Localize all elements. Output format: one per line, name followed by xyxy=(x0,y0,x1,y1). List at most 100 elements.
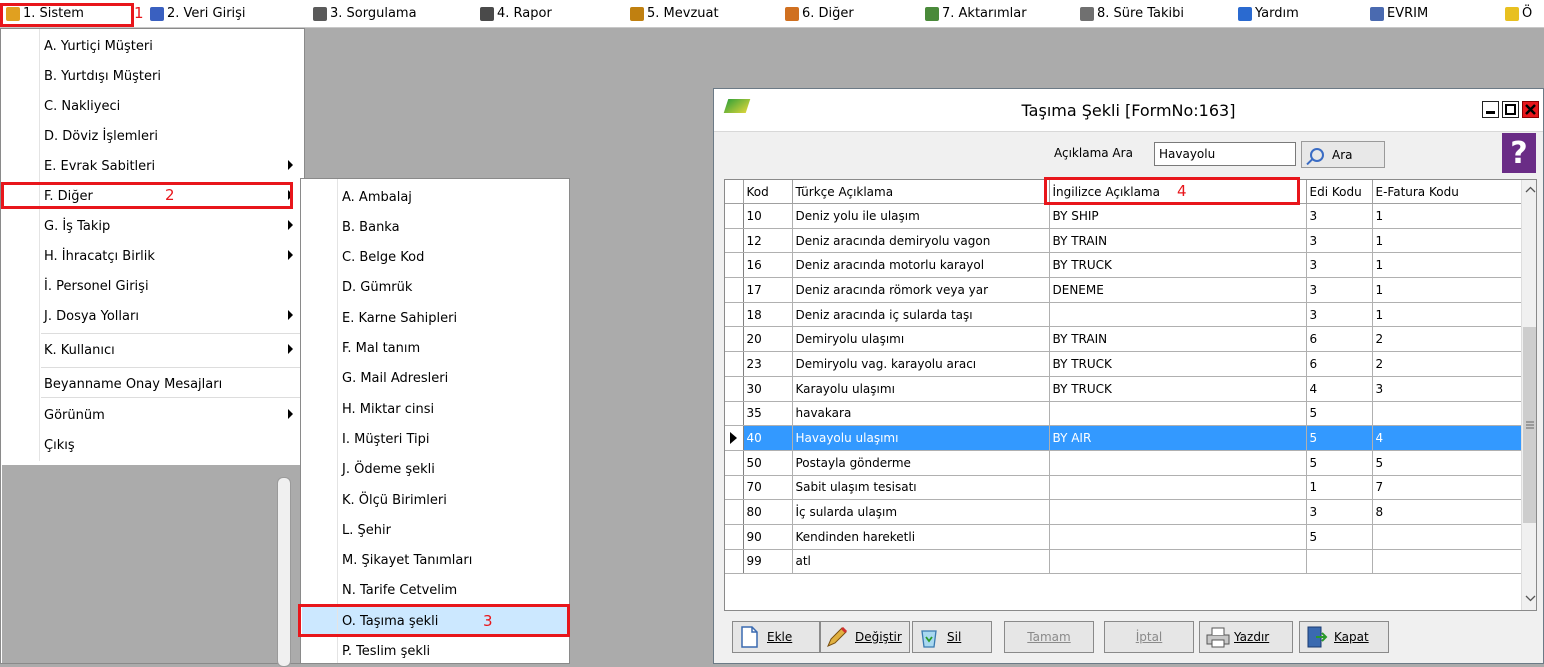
scroll-thumb[interactable] xyxy=(1523,327,1536,523)
menu-8[interactable]: 8. Süre Takibi xyxy=(1080,0,1184,27)
table-row[interactable]: 23 Demiryolu vag. karayolu aracı BY TRUCK 6… xyxy=(725,351,1522,377)
column-header-efatura[interactable]: E-Fatura Kodu xyxy=(1372,180,1522,204)
table-row[interactable]: 50 Postayla gönderme 5 5 xyxy=(725,450,1522,476)
diger-item-12[interactable]: L. Şehir xyxy=(302,515,568,545)
sistem-item-9[interactable]: İ. Personel Girişi xyxy=(2,271,303,301)
cell-en[interactable] xyxy=(1049,302,1307,328)
cell-edi[interactable]: 5 xyxy=(1306,401,1373,427)
diger-item-9[interactable]: I. Müşteri Tipi xyxy=(302,424,568,454)
cell-edi[interactable]: 6 xyxy=(1306,351,1373,377)
row-indicator[interactable] xyxy=(725,252,744,279)
cell-tr[interactable]: havakara xyxy=(792,401,1050,427)
cell-en[interactable] xyxy=(1049,549,1307,575)
cell-kod[interactable]: 35 xyxy=(743,401,793,427)
cell-edi[interactable]: 1 xyxy=(1306,475,1373,501)
diger-item-13[interactable]: M. Şikayet Tanımları xyxy=(302,546,568,576)
cell-efatura[interactable]: 1 xyxy=(1372,302,1522,328)
window-titlebar[interactable]: Taşıma Şekli [FormNo:163] xyxy=(714,89,1543,132)
cell-en[interactable]: BY TRUCK xyxy=(1049,252,1307,279)
diger-item-14[interactable]: N. Tarife Cetvelim xyxy=(302,576,568,606)
help-icon[interactable]: ? xyxy=(1502,133,1536,173)
table-row[interactable]: 17 Deniz aracında römork veya yar DENEME 3 1 xyxy=(725,277,1522,303)
table-row[interactable]: 35 havakara 5 xyxy=(725,401,1522,427)
row-indicator[interactable] xyxy=(725,425,744,451)
cell-kod[interactable]: 80 xyxy=(743,499,793,525)
cell-kod[interactable]: 18 xyxy=(743,302,793,328)
cell-edi[interactable]: 3 xyxy=(1306,277,1373,303)
column-header-kod[interactable]: Kod xyxy=(743,180,793,204)
menu-4[interactable]: 4. Rapor xyxy=(480,0,552,27)
diger-item-10[interactable]: J. Ödeme şekli xyxy=(302,455,568,485)
cell-tr[interactable]: Deniz aracında demiryolu vagon xyxy=(792,228,1050,254)
sistem-item-11[interactable]: K. Kullanıcı xyxy=(2,335,303,365)
cell-efatura[interactable]: 1 xyxy=(1372,277,1522,303)
grid-scrollbar[interactable] xyxy=(1521,180,1537,610)
cell-tr[interactable]: Sabit ulaşım tesisatı xyxy=(792,475,1050,501)
cell-edi[interactable]: 3 xyxy=(1306,302,1373,328)
cell-efatura[interactable]: 2 xyxy=(1372,326,1522,353)
cell-tr[interactable]: Deniz yolu ile ulaşım xyxy=(792,203,1050,229)
sistem-item-7[interactable]: G. İş Takip xyxy=(2,211,303,241)
cell-edi[interactable]: 3 xyxy=(1306,228,1373,254)
cell-tr[interactable]: Demiryolu ulaşımı xyxy=(792,326,1050,353)
cell-tr[interactable]: Havayolu ulaşımı xyxy=(792,425,1050,451)
cell-en[interactable]: DENEME xyxy=(1049,277,1307,303)
cell-kod[interactable]: 30 xyxy=(743,376,793,402)
diger-item-8[interactable]: H. Miktar cinsi xyxy=(302,394,568,424)
row-indicator[interactable] xyxy=(725,203,744,229)
diger-item-2[interactable]: B. Banka xyxy=(302,212,568,242)
diger-item-7[interactable]: G. Mail Adresleri xyxy=(302,364,568,394)
table-row[interactable]: 30 Karayolu ulaşımı BY TRUCK 4 3 xyxy=(725,376,1522,402)
cell-edi[interactable]: 3 xyxy=(1306,499,1373,525)
row-indicator[interactable] xyxy=(725,499,744,525)
table-row[interactable]: 20 Demiryolu ulaşımı BY TRAIN 6 2 xyxy=(725,326,1522,353)
sistem-item-10[interactable]: J. Dosya Yolları xyxy=(2,301,303,331)
cell-efatura[interactable]: 3 xyxy=(1372,376,1522,402)
cell-edi[interactable]: 3 xyxy=(1306,252,1373,279)
menu-5[interactable]: 5. Mevzuat xyxy=(630,0,719,27)
diger-item-1[interactable]: A. Ambalaj xyxy=(302,182,568,212)
cell-kod[interactable]: 12 xyxy=(743,228,793,254)
cell-kod[interactable]: 99 xyxy=(743,549,793,575)
table-row[interactable]: 90 Kendinden hareketli 5 xyxy=(725,524,1522,550)
row-indicator[interactable] xyxy=(725,351,744,377)
cell-tr[interactable]: Demiryolu vag. karayolu aracı xyxy=(792,351,1050,377)
cell-efatura[interactable]: 4 xyxy=(1372,425,1522,451)
cell-efatura[interactable]: 1 xyxy=(1372,203,1522,229)
cell-tr[interactable]: Postayla gönderme xyxy=(792,450,1050,476)
row-indicator[interactable] xyxy=(725,302,744,328)
cell-kod[interactable]: 40 xyxy=(743,425,793,451)
cell-tr[interactable]: atl xyxy=(792,549,1050,575)
cell-en[interactable]: BY SHIP xyxy=(1049,203,1307,229)
sistem-item-8[interactable]: H. İhracatçı Birlik xyxy=(2,241,303,271)
kapat-button[interactable]: Kapat xyxy=(1299,621,1389,653)
cell-edi[interactable]: 5 xyxy=(1306,524,1373,550)
cell-edi[interactable]: 5 xyxy=(1306,425,1373,451)
sistem-item-4[interactable]: D. Döviz İşlemleri xyxy=(2,121,303,151)
cell-edi[interactable]: 3 xyxy=(1306,203,1373,229)
cell-kod[interactable]: 70 xyxy=(743,475,793,501)
table-row[interactable]: 40 Havayolu ulaşımı BY AIR 5 4 xyxy=(725,425,1522,451)
scroll-down-icon[interactable] xyxy=(1522,590,1537,607)
cell-en[interactable]: BY TRAIN xyxy=(1049,326,1307,353)
cell-tr[interactable]: İç sularda ulaşım xyxy=(792,499,1050,525)
table-row[interactable]: 80 İç sularda ulaşım 3 8 xyxy=(725,499,1522,525)
diger-item-3[interactable]: C. Belge Kod xyxy=(302,243,568,273)
sistem-item-2[interactable]: B. Yurtdışı Müşteri xyxy=(2,61,303,91)
cell-kod[interactable]: 10 xyxy=(743,203,793,229)
minimize-icon[interactable] xyxy=(1482,101,1499,118)
degistir-button[interactable]: Değiştir xyxy=(820,621,910,653)
cell-en[interactable]: BY TRAIN xyxy=(1049,228,1307,254)
menu-7[interactable]: 7. Aktarımlar xyxy=(925,0,1027,27)
yazdir-button[interactable]: Yazdır xyxy=(1199,621,1293,653)
cell-edi[interactable] xyxy=(1306,549,1373,575)
table-row[interactable]: 99 atl xyxy=(725,549,1522,575)
menu-3[interactable]: 3. Sorgulama xyxy=(313,0,417,27)
cell-efatura[interactable]: 8 xyxy=(1372,499,1522,525)
iptal-button[interactable]: İptal xyxy=(1104,621,1194,653)
menu-10[interactable]: EVRIM xyxy=(1370,0,1428,27)
diger-item-16[interactable]: P. Teslim şekli xyxy=(302,637,568,667)
cell-edi[interactable]: 5 xyxy=(1306,450,1373,476)
row-indicator[interactable] xyxy=(725,475,744,501)
sil-button[interactable]: Sil xyxy=(912,621,992,653)
